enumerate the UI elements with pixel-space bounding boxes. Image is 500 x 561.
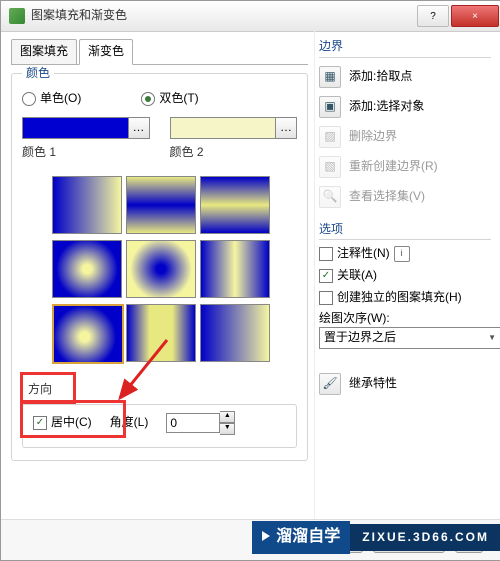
delete-boundary: ▨ 删除边界 bbox=[319, 126, 491, 148]
color1-swatch[interactable] bbox=[22, 117, 129, 139]
view-selection-icon: 🔍 bbox=[319, 186, 341, 208]
inherit-label: 继承特性 bbox=[349, 376, 397, 392]
independent-label: 创建独立的图案填充(H) bbox=[337, 290, 462, 306]
inherit-properties[interactable]: 🖌 继承特性 bbox=[319, 373, 491, 395]
view-selection: 🔍 查看选择集(V) bbox=[319, 186, 491, 208]
play-icon bbox=[262, 531, 270, 541]
radio-dual-color[interactable]: 双色(T) bbox=[141, 91, 198, 107]
color1-picker-button[interactable]: … bbox=[129, 117, 150, 139]
angle-spin-up[interactable]: ▲ bbox=[220, 411, 235, 423]
delete-boundary-label: 删除边界 bbox=[349, 129, 397, 145]
radio-dual-label: 双色(T) bbox=[159, 91, 198, 107]
color2-swatch[interactable] bbox=[170, 117, 277, 139]
color2-label: 颜色 2 bbox=[170, 145, 298, 161]
recreate-boundary-icon: ▧ bbox=[319, 156, 341, 178]
radio-icon bbox=[141, 92, 155, 106]
add-pick-point[interactable]: ▦ 添加:拾取点 bbox=[319, 66, 491, 88]
boundary-section-title: 边界 bbox=[319, 39, 491, 58]
draw-order-label: 绘图次序(W): bbox=[319, 311, 491, 327]
info-icon[interactable]: i bbox=[394, 246, 410, 262]
delete-boundary-icon: ▨ bbox=[319, 126, 341, 148]
color-group: 颜色 单色(O) 双色(T) … bbox=[11, 73, 308, 461]
annotation-arrow bbox=[112, 336, 172, 404]
draw-order-dropdown[interactable]: 置于边界之后 bbox=[319, 327, 500, 349]
add-pick-label: 添加:拾取点 bbox=[349, 69, 412, 85]
gradient-preset-9[interactable] bbox=[200, 304, 270, 362]
radio-single-color[interactable]: 单色(O) bbox=[22, 91, 81, 107]
brand-watermark: 溜溜自学 ZIXUE.3D66.COM bbox=[252, 521, 500, 554]
tab-pattern-fill[interactable]: 图案填充 bbox=[11, 39, 77, 65]
tab-gradient[interactable]: 渐变色 bbox=[79, 39, 133, 65]
draw-order-value: 置于边界之后 bbox=[324, 330, 488, 346]
pick-point-icon: ▦ bbox=[319, 66, 341, 88]
help-button[interactable]: ? bbox=[417, 5, 449, 27]
recreate-boundary: ▧ 重新创建边界(R) bbox=[319, 156, 491, 178]
app-icon bbox=[9, 8, 25, 24]
gradient-preset-5[interactable] bbox=[126, 240, 196, 298]
color-group-title: 颜色 bbox=[22, 66, 54, 82]
annotation-highlight bbox=[20, 400, 126, 438]
gradient-preset-2[interactable] bbox=[126, 176, 196, 234]
add-select-object[interactable]: ▣ 添加:选择对象 bbox=[319, 96, 491, 118]
gradient-preset-4[interactable] bbox=[52, 240, 122, 298]
assoc-label: 关联(A) bbox=[337, 268, 377, 284]
brand-site: ZIXUE.3D66.COM bbox=[350, 524, 500, 552]
angle-input[interactable] bbox=[166, 413, 220, 433]
color2-picker-button[interactable]: … bbox=[276, 117, 297, 139]
radio-icon bbox=[22, 92, 36, 106]
radio-single-label: 单色(O) bbox=[40, 91, 81, 107]
color1-label: 颜色 1 bbox=[22, 145, 150, 161]
window-title: 图案填充和渐变色 bbox=[31, 8, 417, 24]
brand-name: 溜溜自学 bbox=[276, 528, 340, 545]
checkbox-assoc[interactable] bbox=[319, 269, 333, 283]
angle-spin-down[interactable]: ▼ bbox=[220, 423, 235, 435]
view-selection-label: 查看选择集(V) bbox=[349, 189, 425, 205]
gradient-preset-3[interactable] bbox=[200, 176, 270, 234]
inherit-icon: 🖌 bbox=[319, 373, 341, 395]
options-section-title: 选项 bbox=[319, 222, 491, 241]
select-object-icon: ▣ bbox=[319, 96, 341, 118]
checkbox-annotative[interactable] bbox=[319, 247, 333, 261]
checkbox-independent[interactable] bbox=[319, 291, 333, 305]
recreate-label: 重新创建边界(R) bbox=[349, 159, 438, 175]
annotative-label: 注释性(N) bbox=[337, 246, 390, 262]
add-sel-label: 添加:选择对象 bbox=[349, 99, 424, 115]
close-button[interactable]: × bbox=[451, 5, 499, 27]
gradient-preset-6[interactable] bbox=[200, 240, 270, 298]
gradient-preset-1[interactable] bbox=[52, 176, 122, 234]
